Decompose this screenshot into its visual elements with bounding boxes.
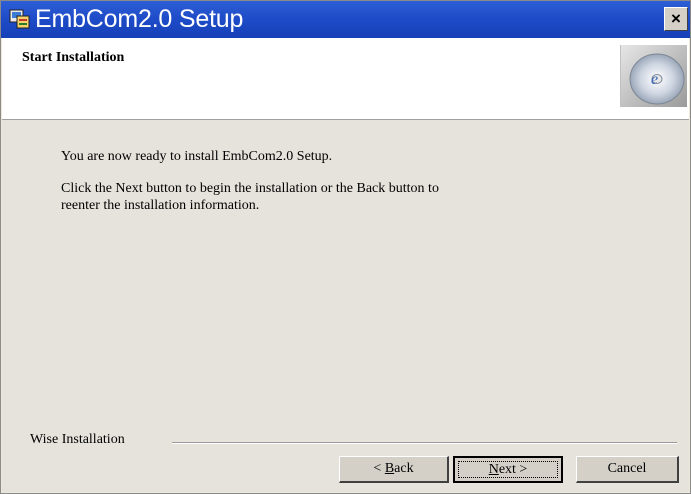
focus-rectangle bbox=[458, 461, 558, 478]
installer-app-icon bbox=[9, 9, 30, 29]
back-label-rest: ack bbox=[394, 461, 414, 476]
title-bar[interactable]: EmbCom2.0 Setup × bbox=[1, 1, 690, 38]
wise-installation-label: Wise Installation bbox=[30, 432, 127, 448]
ready-message: You are now ready to install EmbCom2.0 S… bbox=[61, 149, 333, 164]
cancel-button[interactable]: Cancel bbox=[576, 456, 679, 483]
instruction-line-2: reenter the installation information. bbox=[61, 198, 260, 213]
back-button[interactable]: < Back bbox=[339, 456, 449, 483]
instruction-line-1: Click the Next button to begin the insta… bbox=[61, 181, 439, 196]
cd-disc-icon: e bbox=[620, 45, 687, 107]
footer-divider bbox=[172, 442, 677, 444]
window-title: EmbCom2.0 Setup bbox=[35, 5, 244, 33]
content-area: You are now ready to install EmbCom2.0 S… bbox=[2, 120, 689, 492]
next-button[interactable]: Next > bbox=[453, 456, 563, 483]
setup-window: EmbCom2.0 Setup × Start Installation e Y… bbox=[0, 0, 691, 494]
close-button[interactable]: × bbox=[664, 7, 688, 31]
back-hotkey: B bbox=[384, 461, 395, 476]
svg-text:e: e bbox=[651, 71, 658, 88]
close-icon: × bbox=[671, 9, 681, 28]
page-title: Start Installation bbox=[22, 50, 125, 65]
header-panel: Start Installation e bbox=[2, 38, 689, 120]
back-prefix: < bbox=[373, 461, 385, 476]
